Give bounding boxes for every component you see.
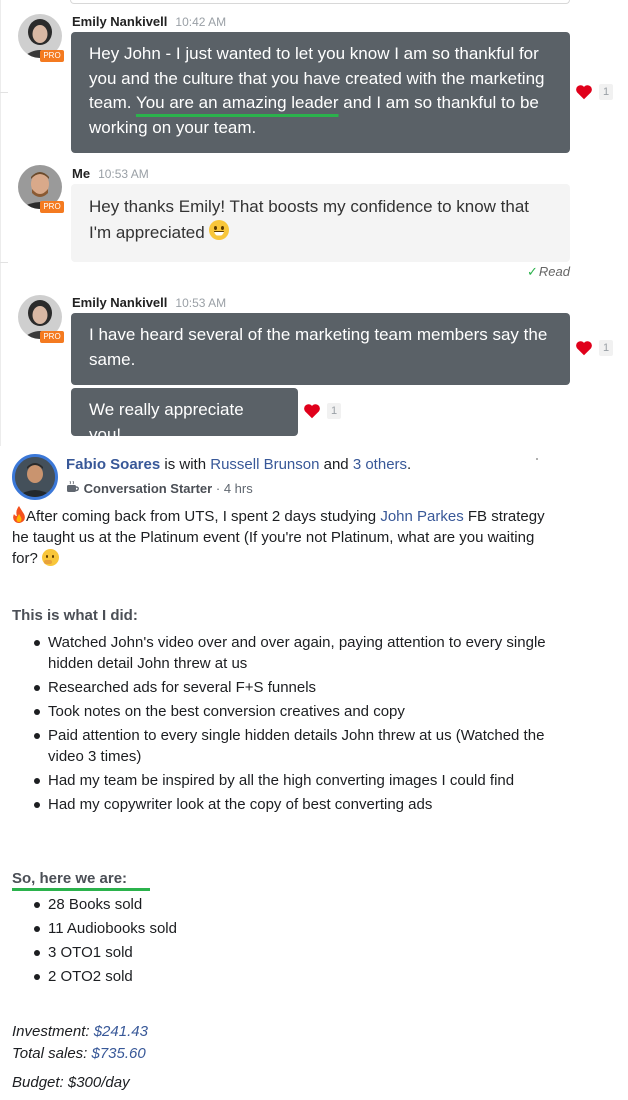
sold-list: 28 Books sold 11 Audiobooks sold 3 OTO1 … [30, 894, 330, 990]
post-author-link[interactable]: Fabio Soares [66, 456, 160, 473]
budget-line: Budget: $300/day [12, 1074, 130, 1091]
thinking-emoji-icon [42, 549, 60, 566]
heart-icon [576, 85, 592, 100]
edge-tick [0, 262, 8, 263]
conversation-starter-badge: Conversation Starter [83, 481, 213, 496]
message-author: Emily Nankivell 10:42 AM [72, 14, 226, 29]
chat-thread: PRO Emily Nankivell 10:42 AM Hey John - I… [0, 0, 628, 446]
tagged-user-link[interactable]: Russell Brunson [210, 456, 319, 473]
message-bubble: Hey thanks Emily! That boosts my confide… [71, 184, 570, 262]
list-item: Watched John's video over and over again… [30, 632, 550, 674]
grinning-emoji-icon [209, 219, 230, 240]
list-item: Researched ads for several F+S funnels [30, 677, 550, 698]
post-time[interactable]: 4 hrs [224, 481, 253, 496]
coffee-cup-icon [67, 480, 79, 492]
tagged-others-link[interactable]: 3 others [353, 456, 407, 473]
fire-emoji-icon [13, 506, 25, 523]
author-name: Emily Nankivell [72, 14, 168, 29]
menu-dot [536, 458, 538, 460]
post-with-text: is with [164, 456, 207, 473]
list-item: 28 Books sold [30, 894, 330, 915]
pro-badge: PRO [40, 331, 64, 343]
reaction[interactable]: 1 [303, 403, 342, 419]
intro-text: After coming back from UTS, I spent 2 da… [26, 508, 381, 525]
highlight-underline [12, 888, 150, 891]
message-time: 10:53 AM [175, 296, 227, 310]
message-text: I have heard several of the marketing te… [89, 325, 548, 369]
list-item: 11 Audiobooks sold [30, 918, 330, 939]
section-heading: So, here we are: [12, 870, 128, 887]
stat-label: Investment: [12, 1023, 90, 1040]
section-heading: This is what I did: [12, 607, 138, 624]
stat-value: $241.43 [93, 1023, 148, 1040]
investment-line: Investment: $241.43 [12, 1021, 148, 1042]
tagged-john-link[interactable]: John Parkes [380, 508, 463, 525]
read-status: Read [538, 264, 570, 279]
message-bubble: We really appreciate you! [71, 388, 298, 444]
post-author-avatar[interactable] [12, 454, 58, 500]
heart-icon [304, 404, 320, 419]
post-intro: After coming back from UTS, I spent 2 da… [12, 506, 552, 569]
reaction[interactable]: 1 [575, 340, 614, 356]
separator-dot: · [215, 481, 221, 496]
message-bubble: I have heard several of the marketing te… [71, 313, 570, 385]
highlighted-text: You are an amazing leader [135, 93, 339, 112]
author-name: Me [72, 166, 91, 181]
stat-value: $735.60 [91, 1045, 146, 1062]
did-list: Watched John's video over and over again… [30, 632, 550, 818]
edge-tick [0, 92, 8, 93]
author-name: Emily Nankivell [72, 295, 168, 310]
message-time: 10:53 AM [98, 167, 149, 181]
list-item: Took notes on the best conversion creati… [30, 701, 550, 722]
reaction-count: 1 [327, 403, 342, 419]
list-item: 3 OTO1 sold [30, 942, 330, 963]
pro-badge: PRO [40, 50, 64, 62]
sidebar-edge [0, 0, 1, 446]
reaction-count: 1 [599, 84, 614, 100]
list-item: Paid attention to every single hidden de… [30, 725, 550, 767]
post-and-text: and [323, 456, 349, 473]
facebook-post: Fabio Soares is with Russell Brunson and… [0, 446, 628, 1100]
message-author: Me 10:53 AM [72, 166, 149, 181]
message-text: We really appreciate you! [89, 400, 244, 444]
message-time: 10:42 AM [175, 15, 227, 29]
pro-badge: PRO [40, 201, 64, 213]
sales-line: Total sales: $735.60 [12, 1043, 146, 1064]
checkmark-icon: ✓ [527, 264, 538, 279]
post-header: Fabio Soares is with Russell Brunson and… [66, 454, 411, 475]
period: . [407, 456, 412, 473]
message-text: Hey thanks Emily! That boosts my confide… [89, 197, 530, 242]
heart-icon [576, 341, 592, 356]
message-author: Emily Nankivell 10:53 AM [72, 295, 226, 310]
list-item: Had my team be inspired by all the high … [30, 770, 550, 791]
post-subheader: Conversation Starter · 4 hrs [66, 478, 253, 499]
reaction-count: 1 [599, 340, 614, 356]
list-item: Had my copywriter look at the copy of be… [30, 794, 550, 815]
read-receipt: ✓Read [527, 264, 570, 280]
message-bubble: Hey John - I just wanted to let you know… [71, 32, 570, 153]
reaction[interactable]: 1 [575, 84, 614, 100]
list-item: 2 OTO2 sold [30, 966, 330, 987]
previous-message-edge [70, 0, 570, 4]
stat-label: Total sales: [12, 1045, 88, 1062]
